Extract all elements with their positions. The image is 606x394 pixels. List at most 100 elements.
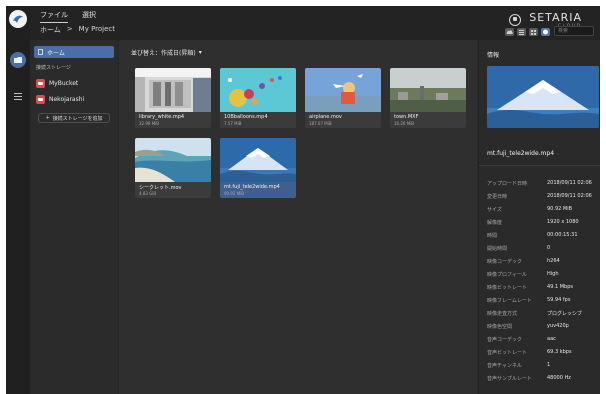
file-card[interactable]: 10Bballoons.mp4 7.57 MiB (220, 68, 296, 128)
menu-bar: ファイル 選択 (40, 10, 96, 23)
storage-icon (36, 78, 45, 88)
sidebar-item-home[interactable]: ホーム (34, 46, 114, 58)
property-key: 音声コーデック (487, 337, 523, 343)
property-value: 90.92 MiB (547, 206, 573, 212)
file-size: 7.57 MiB (224, 121, 242, 126)
breadcrumb-project[interactable]: My Project (79, 25, 115, 35)
property-value: 69.3 kbps (547, 349, 572, 355)
property-row: 映像コーデック h264 (487, 258, 599, 268)
preview-image (487, 66, 599, 128)
property-value: High (547, 271, 559, 277)
thumbnail-balloons (220, 68, 296, 112)
property-value: プログレッシブ (547, 311, 583, 317)
cloud-icon[interactable] (505, 28, 514, 36)
property-row: 音声コーデック aac (487, 336, 599, 346)
thumbnail-beach (135, 138, 211, 182)
property-key: 映像プロフィール (487, 272, 527, 278)
property-row: 映像色空間 yuv420p (487, 323, 599, 333)
property-key: 映像ビットレート (487, 285, 528, 291)
file-card[interactable]: town.MXF 10.26 MiB (390, 68, 466, 128)
sidebar-item-label: ホーム (47, 49, 65, 57)
add-storage-label: 接続ストレージを追加 (52, 115, 103, 122)
file-size: 90.92 MiB (224, 191, 245, 196)
property-value: 59.94 fps (547, 297, 571, 303)
thumbnail-fuji (220, 138, 296, 182)
notification-icon[interactable] (509, 14, 522, 26)
brand-name: SETARIA (529, 10, 582, 24)
property-value: aac (547, 336, 556, 342)
property-key: サイズ (487, 207, 502, 213)
sidebar-section-title: 接続ストレージ (36, 65, 71, 71)
file-card-selected[interactable]: mt.fuji_tele2wide.mp4 90.92 MiB (220, 138, 296, 198)
document-icon (38, 49, 43, 55)
thumbnail-library (135, 68, 211, 112)
menu-file[interactable]: ファイル (40, 10, 68, 23)
property-key: 音声サンプルレート (487, 376, 532, 382)
file-name: library_white.mp4 (139, 114, 185, 120)
search-input[interactable]: 検索 (554, 26, 594, 36)
file-size: 10.26 MiB (394, 121, 415, 126)
property-row: 解像度 1920 x 1080 (487, 219, 599, 229)
file-card[interactable]: library_white.mp4 32.99 MiB (135, 68, 211, 128)
info-filename: mt.fuji_tele2wide.mp4 (487, 150, 555, 157)
property-key: 開始時間 (487, 246, 508, 252)
thumbnail-airplane (305, 68, 381, 112)
sidebar: ホーム 接続ストレージ MyBucket Nekojarashi + 接続ストレ… (30, 40, 119, 394)
left-rail (6, 6, 30, 394)
header: ファイル 選択 ホーム > My Project SETARIA CLOUD 検… (30, 6, 600, 40)
add-storage-button[interactable]: + 接続ストレージを追加 (38, 113, 110, 123)
grid-view-icon[interactable] (529, 28, 538, 36)
list-view-icon[interactable] (517, 28, 526, 36)
file-name: mt.fuji_tele2wide.mp4 (224, 184, 280, 190)
sort-label: 並び替え：作成日(昇順) (131, 50, 196, 57)
app-window: ファイル 選択 ホーム > My Project SETARIA CLOUD 検… (6, 6, 600, 394)
file-name: town.MXF (394, 114, 419, 120)
property-row: 音声サンプルレート 48000 Hz (487, 375, 599, 385)
file-card[interactable]: シークレット.mov 4.83 GiB (135, 138, 211, 198)
divider (479, 165, 600, 166)
property-row: 映像プロフィール High (487, 271, 599, 281)
property-value: 1920 x 1080 (547, 219, 579, 225)
info-title: 情報 (487, 52, 500, 59)
property-row: 映像ビットレート 49.1 Mbps (487, 284, 599, 294)
property-value: 0 (547, 245, 551, 251)
file-name: 10Bballoons.mp4 (224, 114, 268, 120)
app-logo-icon[interactable] (9, 10, 27, 28)
property-value: 48000 Hz (547, 375, 571, 381)
property-value: 1 (547, 362, 551, 368)
property-value: 2018/09/11 02:06 (547, 180, 592, 186)
breadcrumb: ホーム > My Project (40, 25, 115, 35)
property-row: 映像フレームレート 59.94 fps (487, 297, 599, 307)
plus-icon: + (45, 115, 50, 121)
menu-select[interactable]: 選択 (82, 10, 96, 23)
property-value: h264 (547, 258, 560, 264)
thumbnail-town (390, 68, 466, 112)
info-icon[interactable] (541, 28, 550, 36)
property-key: アップロード日時 (487, 181, 528, 187)
property-row: 音声ビットレート 69.3 kbps (487, 349, 599, 359)
file-name: シークレット.mov (139, 185, 182, 191)
property-row: 変更日時 2018/09/11 02:06 (487, 193, 599, 203)
breadcrumb-home[interactable]: ホーム (40, 25, 61, 35)
property-key: 映像色空間 (487, 324, 513, 330)
property-key: 音声チャンネル (487, 363, 522, 369)
property-value: yuv420p (547, 323, 569, 329)
folder-icon[interactable] (10, 52, 26, 68)
property-value: 00:00:15:31 (547, 232, 578, 238)
sidebar-item-storage[interactable]: MyBucket (34, 77, 114, 89)
chevron-down-icon: ▾ (198, 49, 202, 56)
property-row: 時間 00:00:15:31 (487, 232, 599, 242)
sidebar-item-storage[interactable]: Nekojarashi (34, 93, 114, 105)
property-key: 映像コーデック (487, 259, 523, 265)
property-value: 49.1 Mbps (547, 284, 573, 290)
sidebar-item-label: MyBucket (49, 79, 79, 87)
property-value: 2018/09/11 02:06 (547, 193, 592, 199)
menu-list-icon[interactable] (10, 88, 26, 104)
file-name: airplane.mov (309, 114, 342, 120)
sidebar-item-label: Nekojarashi (49, 95, 85, 103)
property-key: 変更日時 (487, 194, 508, 200)
property-row: 開始時間 0 (487, 245, 599, 255)
property-key: 映像走査方式 (487, 311, 518, 317)
file-card[interactable]: airplane.mov 187.07 MiB (305, 68, 381, 128)
sort-dropdown[interactable]: 並び替え：作成日(昇順) ▾ (131, 48, 202, 57)
